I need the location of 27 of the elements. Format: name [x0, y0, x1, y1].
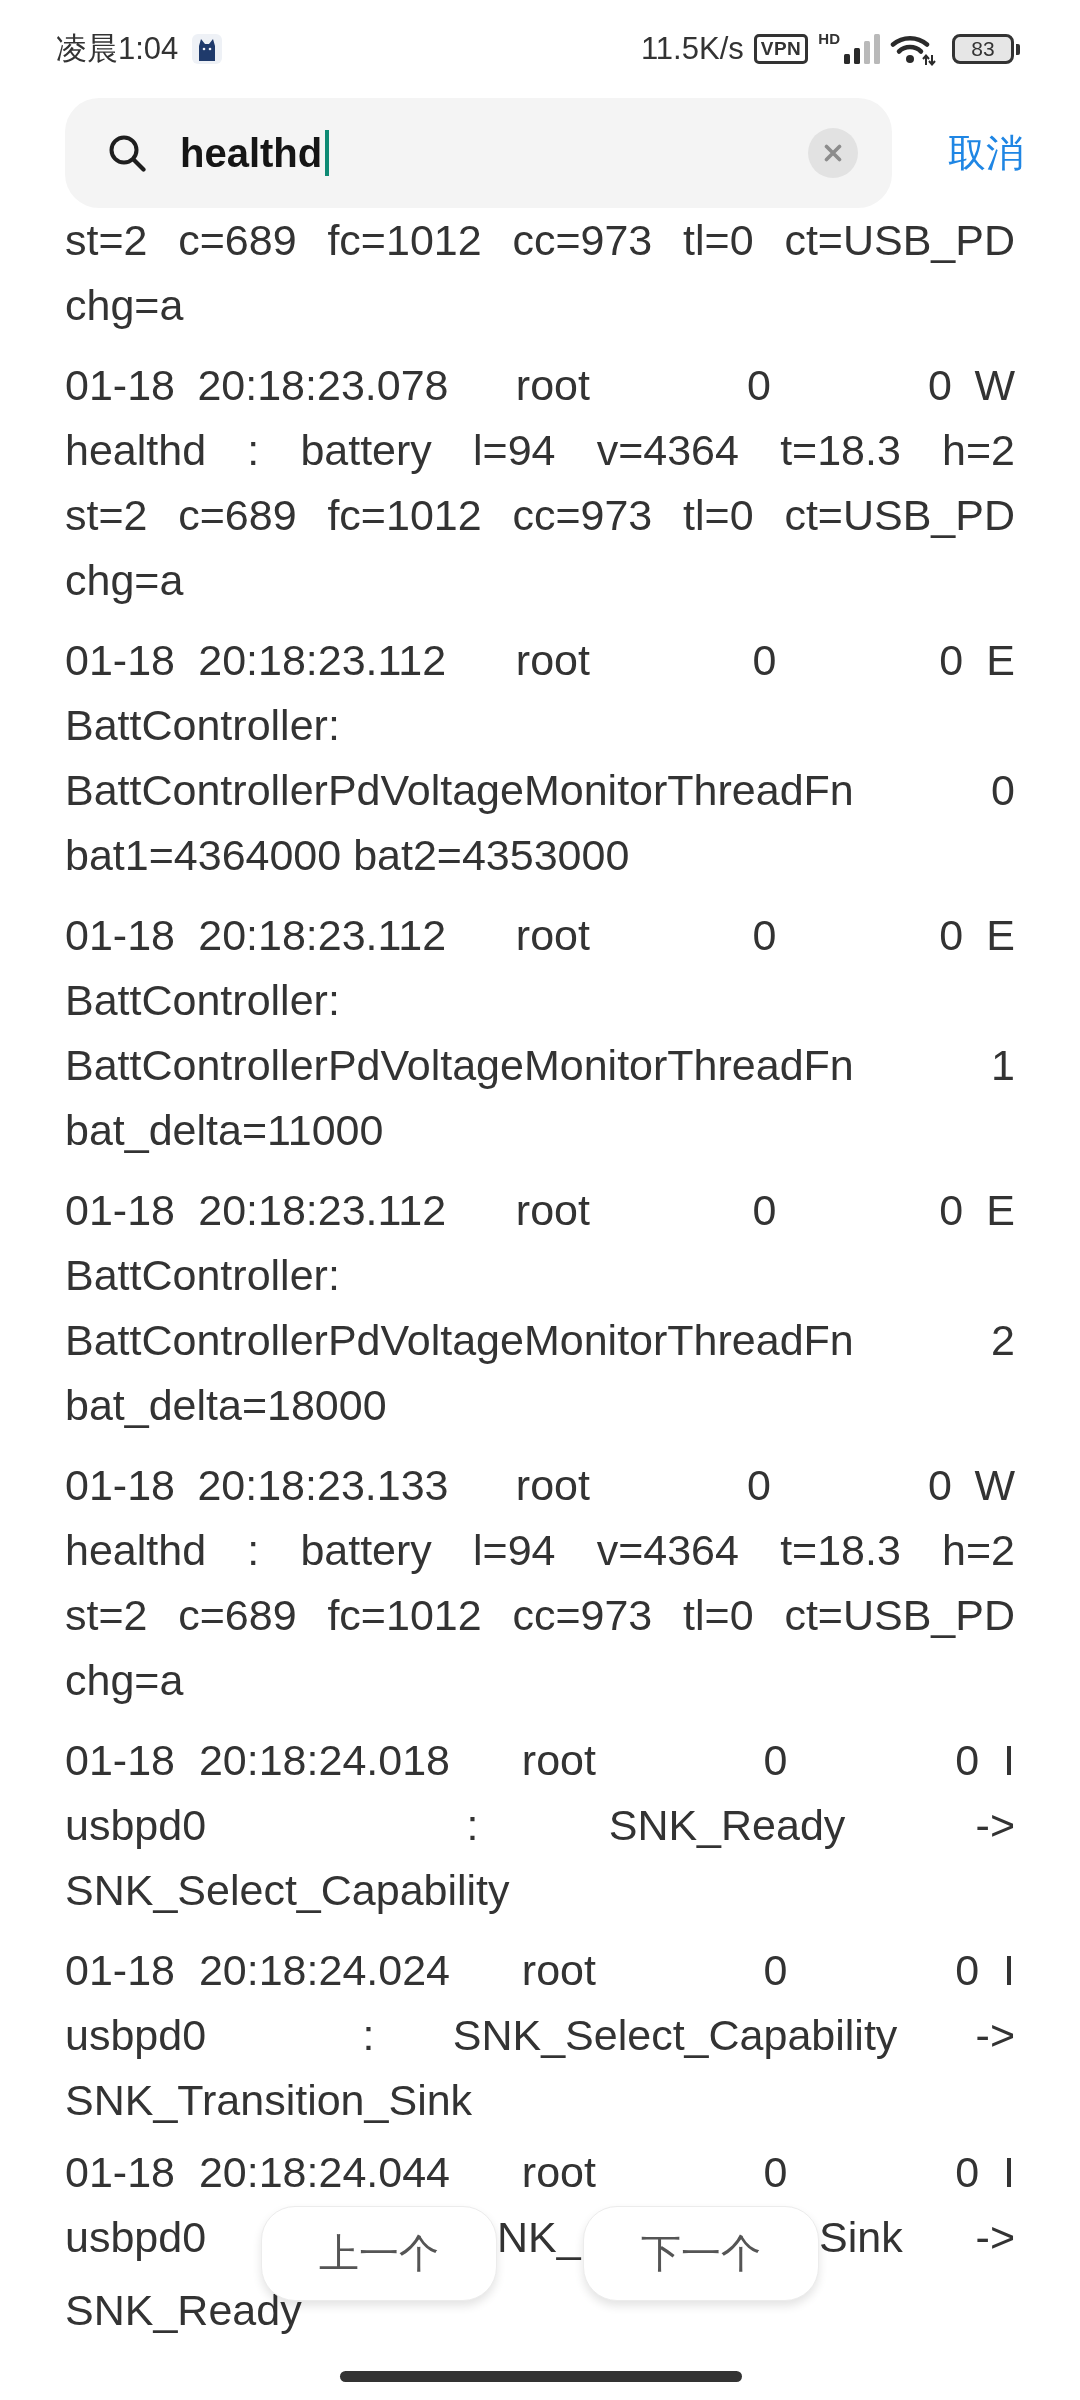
log-entry: 01-18 20:18:23.133 root 0 0 W healthd : battery l=94 v=4364 t=18.3 h=2 st=2 c=689 fc=1012 cc=973 tl=0 ct=USB_PD chg=a — [65, 1460, 1015, 1706]
log-entry: 01-18 20:18:23.112 root 0 0 E BattController: BattControllerPdVoltageMonitorThreadFn 0 bat1=4364000 bat2=4353000 — [65, 635, 1015, 881]
search-icon — [108, 134, 146, 172]
close-icon — [824, 144, 842, 162]
log-entry: 01-18 20:18:23.112 root 0 0 E BattController: BattControllerPdVoltageMonitorThreadFn 2 bat_delta=18000 — [65, 1185, 1015, 1431]
log-entry: 01-18 20:18:24.024 root 0 0 I usbpd0 : SNK_Select_Capability -> SNK_Transition_Sink — [65, 1945, 1015, 2126]
log-text: Sink — [819, 2211, 903, 2263]
signal-icon — [844, 34, 880, 64]
cat-icon — [192, 34, 223, 64]
clear-button[interactable] — [808, 128, 858, 178]
search-field[interactable]: healthd — [180, 129, 323, 177]
battery-indicator: 83 — [952, 34, 1020, 64]
vpn-indicator: VPN — [753, 34, 809, 64]
log-text: -> — [975, 2211, 1015, 2263]
log-entry: 01-18 20:18:23.078 root 0 0 W healthd : battery l=94 v=4364 t=18.3 h=2 st=2 c=689 fc=1012 cc=973 tl=0 ct=USB_PD chg=a — [65, 360, 1015, 606]
log-entry: 01-18 20:18:24.018 root 0 0 I usbpd0 : SNK_Ready -> SNK_Select_Capability — [65, 1735, 1015, 1916]
status-time: 凌晨1:04 — [56, 31, 179, 67]
next-button[interactable]: 下一个 — [583, 2206, 819, 2301]
network-speed: 11.5K/s — [640, 31, 744, 67]
log-entry: st=2 c=689 fc=1012 cc=973 tl=0 ct=USB_PD chg=a — [65, 215, 1015, 331]
log-entry: 01-18 20:18:23.112 root 0 0 E BattController: BattControllerPdVoltageMonitorThreadFn 1 bat_delta=11000 — [65, 910, 1015, 1156]
text-cursor-icon — [325, 130, 330, 176]
cancel-button[interactable]: 取消 — [892, 129, 1080, 177]
log-text: NK_ — [497, 2211, 581, 2263]
log-text: usbpd0 — [65, 2211, 207, 2263]
network-type-label: HD — [818, 31, 840, 46]
log-line: 01-18 20:18:24.044 root 0 0 I — [65, 2148, 1015, 2196]
